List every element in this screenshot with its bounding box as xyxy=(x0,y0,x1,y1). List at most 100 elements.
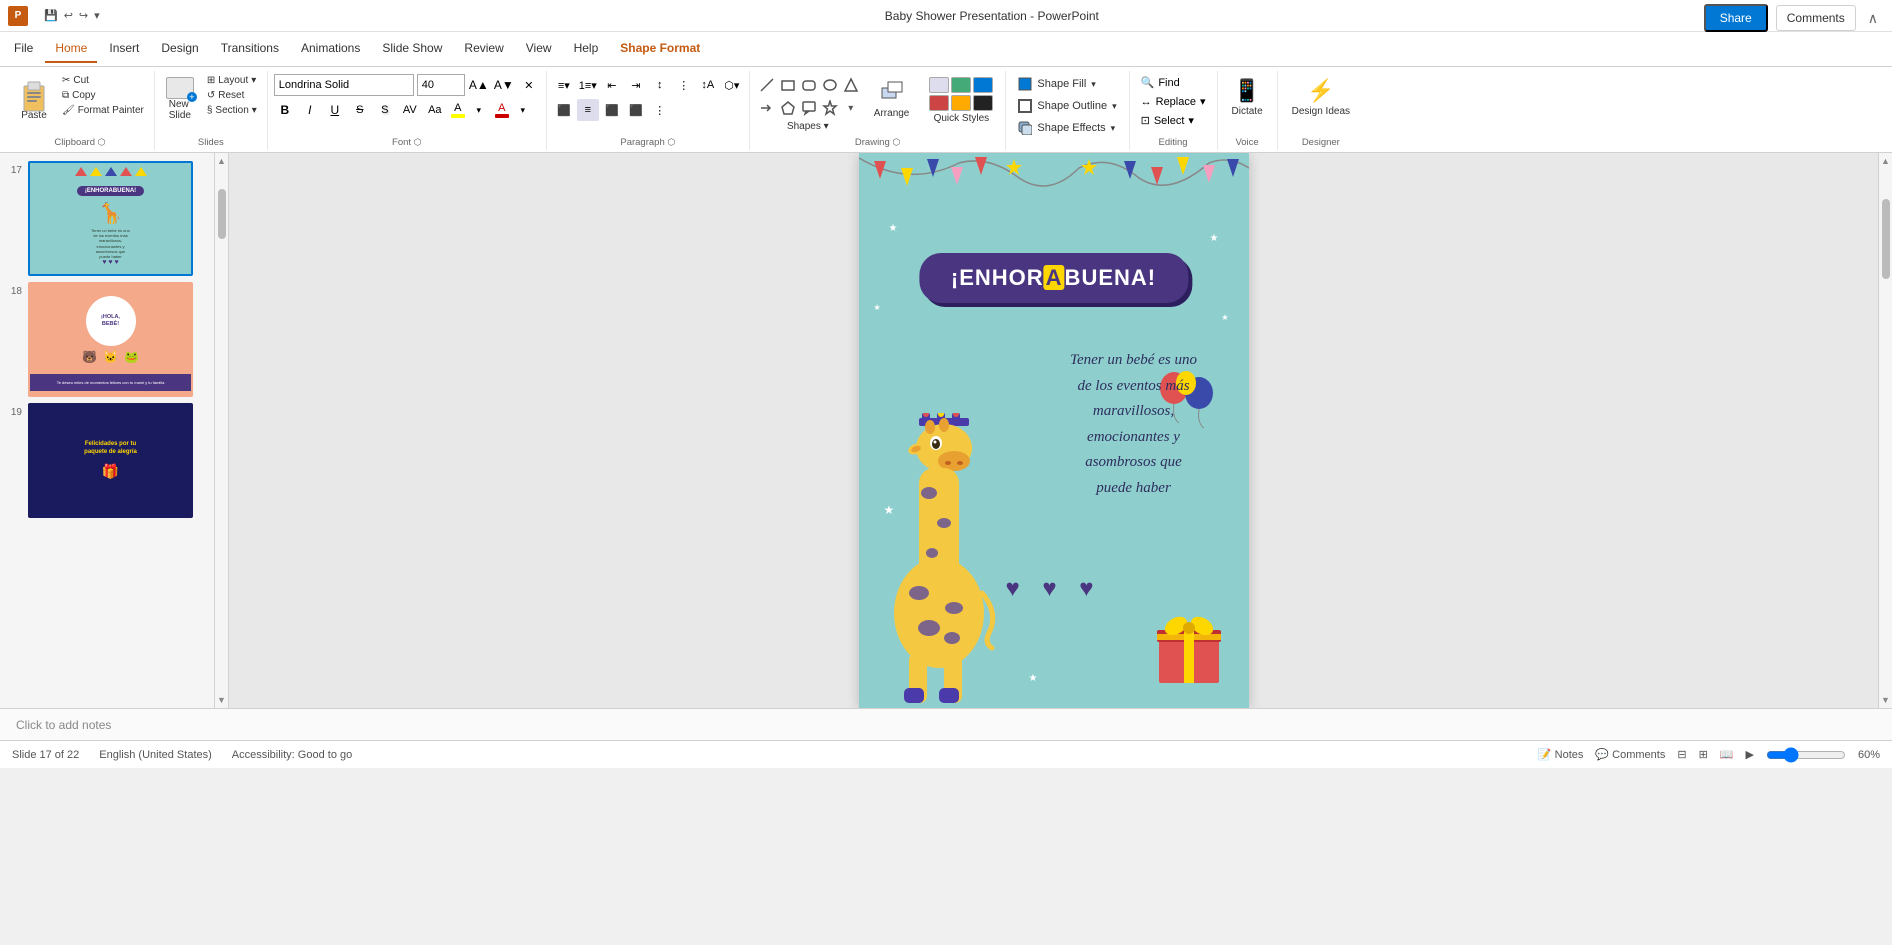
text-shadow-button[interactable]: S xyxy=(374,99,396,121)
shape-callout[interactable] xyxy=(798,97,820,119)
font-family-input[interactable] xyxy=(274,74,414,96)
tab-animations[interactable]: Animations xyxy=(291,35,370,63)
shape-star[interactable] xyxy=(819,97,841,119)
tab-view[interactable]: View xyxy=(516,35,562,63)
new-slide-button[interactable]: + NewSlide xyxy=(161,74,199,124)
shapes-label[interactable]: Shapes ▾ xyxy=(787,121,829,132)
tab-insert[interactable]: Insert xyxy=(99,35,149,63)
cut-button[interactable]: ✂ Cut xyxy=(58,74,148,87)
slide-19-thumbnail[interactable]: Felicidades por tupaquete de alegría 🎁 xyxy=(28,403,193,518)
save-button[interactable]: 💾 xyxy=(44,9,58,22)
numbering-button[interactable]: 1≡▾ xyxy=(577,74,599,96)
notes-bar[interactable]: Click to add notes xyxy=(0,708,1892,740)
scroll-down-button[interactable]: ▼ xyxy=(214,692,229,708)
tab-slideshow[interactable]: Slide Show xyxy=(372,35,452,63)
shape-outline-dropdown[interactable]: ▾ xyxy=(1112,101,1117,112)
tab-help[interactable]: Help xyxy=(564,35,609,63)
drawing-expand-icon[interactable]: ⬡ xyxy=(892,137,900,147)
ribbon-expand-button[interactable]: ∧ xyxy=(1864,6,1882,31)
tab-design[interactable]: Design xyxy=(151,35,208,63)
comments-status-button[interactable]: 💬 Comments xyxy=(1595,748,1665,761)
tab-review[interactable]: Review xyxy=(454,35,513,63)
shape-rect[interactable] xyxy=(777,74,799,96)
clipboard-expand-icon[interactable]: ⬡ xyxy=(98,137,106,147)
decrease-indent-button[interactable]: ⇤ xyxy=(601,74,623,96)
canvas-scroll-up[interactable]: ▲ xyxy=(1878,153,1892,169)
font-color-dropdown-button[interactable]: ▾ xyxy=(512,99,534,121)
shape-more[interactable]: ▾ xyxy=(840,97,862,119)
design-ideas-button[interactable]: ⚡ Design Ideas xyxy=(1284,74,1358,121)
decrease-font-button[interactable]: A▼ xyxy=(493,74,515,96)
view-slideshow-button[interactable]: ▶ xyxy=(1746,748,1754,761)
clear-formatting-button[interactable]: ✕ xyxy=(518,74,540,96)
text-columns-button[interactable]: ⋮ xyxy=(649,99,671,121)
share-button[interactable]: Share xyxy=(1704,4,1768,32)
font-expand-icon[interactable]: ⬡ xyxy=(414,137,422,147)
align-left-button[interactable]: ⬛ xyxy=(553,99,575,121)
canvas-scroll-thumb[interactable] xyxy=(1882,199,1890,279)
arrange-button[interactable]: Arrange xyxy=(866,74,918,123)
redo-button[interactable]: ↪ xyxy=(79,9,88,22)
view-normal-button[interactable]: ⊟ xyxy=(1677,748,1686,761)
slide-18-thumbnail[interactable]: ¡HOLA,BEBÉ! 🐻🐱🐸 Te deseo miles de moment… xyxy=(28,282,193,397)
shape-fill-dropdown[interactable]: ▾ xyxy=(1091,79,1096,90)
copy-button[interactable]: ⧉ Copy xyxy=(58,89,148,102)
layout-button[interactable]: ⊞ Layout ▾ xyxy=(203,74,261,87)
columns-button[interactable]: ⋮ xyxy=(673,74,695,96)
paragraph-expand-icon[interactable]: ⬡ xyxy=(667,137,675,147)
align-right-button[interactable]: ⬛ xyxy=(601,99,623,121)
line-spacing-button[interactable]: ↕ xyxy=(649,74,671,96)
shape-fill-button[interactable]: Shape Fill ▾ xyxy=(1012,74,1101,94)
shape-line[interactable] xyxy=(756,74,778,96)
shape-oval[interactable] xyxy=(819,74,841,96)
align-center-button[interactable]: ≡ xyxy=(577,99,599,121)
font-color-button[interactable]: A xyxy=(495,102,509,118)
tab-home[interactable]: Home xyxy=(45,35,97,63)
zoom-slider[interactable] xyxy=(1766,747,1846,763)
shape-effects-dropdown[interactable]: ▾ xyxy=(1111,123,1116,134)
shape-triangle[interactable] xyxy=(840,74,862,96)
justify-button[interactable]: ⬛ xyxy=(625,99,647,121)
select-button[interactable]: ⊡ Select ▾ xyxy=(1136,112,1199,129)
tab-shape-format[interactable]: Shape Format xyxy=(610,35,710,63)
underline-button[interactable]: U xyxy=(324,99,346,121)
main-slide-canvas[interactable]: ★ ★ ★ ★ ★ ★ ★ ★ ★ ¡ENHORABUENA! xyxy=(859,153,1249,708)
section-button[interactable]: § Section ▾ xyxy=(203,104,261,117)
comments-button[interactable]: Comments xyxy=(1776,5,1856,31)
notes-button[interactable]: 📝 Notes xyxy=(1538,748,1584,761)
view-reading-button[interactable]: 📖 xyxy=(1720,748,1734,761)
scroll-up-button[interactable]: ▲ xyxy=(214,153,229,169)
tab-transitions[interactable]: Transitions xyxy=(211,35,289,63)
tab-file[interactable]: File xyxy=(4,35,43,63)
undo-button[interactable]: ↩ xyxy=(64,9,73,22)
canvas-area[interactable]: ★ ★ ★ ★ ★ ★ ★ ★ ★ ¡ENHORABUENA! xyxy=(229,153,1878,708)
format-painter-button[interactable]: 🖌 Format Painter xyxy=(58,104,148,117)
canvas-scroll-down[interactable]: ▼ xyxy=(1878,692,1892,708)
italic-button[interactable]: I xyxy=(299,99,321,121)
highlight-dropdown-button[interactable]: ▾ xyxy=(468,99,490,121)
change-case-button[interactable]: Aa xyxy=(424,99,446,121)
bold-button[interactable]: B xyxy=(274,99,296,121)
scroll-thumb[interactable] xyxy=(218,189,226,239)
shape-outline-button[interactable]: Shape Outline ▾ xyxy=(1012,96,1122,116)
paste-button[interactable]: Paste xyxy=(12,74,56,125)
quick-styles-button[interactable]: Quick Styles xyxy=(923,74,999,127)
view-slidesorter-button[interactable]: ⊞ xyxy=(1699,748,1708,761)
convert-smartart-button[interactable]: ⬡▾ xyxy=(721,74,743,96)
text-direction-button[interactable]: ↕A xyxy=(697,74,719,96)
reset-button[interactable]: ↺ Reset xyxy=(203,89,261,102)
dictate-button[interactable]: 📱 Dictate xyxy=(1224,74,1271,121)
increase-indent-button[interactable]: ⇥ xyxy=(625,74,647,96)
highlight-color-button[interactable]: A xyxy=(451,102,465,118)
shape-effects-button[interactable]: Shape Effects ▾ xyxy=(1012,118,1121,138)
shape-pentagon[interactable] xyxy=(777,97,799,119)
shape-arrow[interactable] xyxy=(756,97,778,119)
character-spacing-button[interactable]: AV xyxy=(399,99,421,121)
shape-rounded-rect[interactable] xyxy=(798,74,820,96)
bullets-button[interactable]: ≡▾ xyxy=(553,74,575,96)
strikethrough-button[interactable]: S xyxy=(349,99,371,121)
font-size-input[interactable] xyxy=(417,74,465,96)
find-button[interactable]: 🔍 Find xyxy=(1136,74,1185,91)
replace-button[interactable]: ↔ Replace ▾ xyxy=(1136,93,1211,110)
increase-font-button[interactable]: A▲ xyxy=(468,74,490,96)
